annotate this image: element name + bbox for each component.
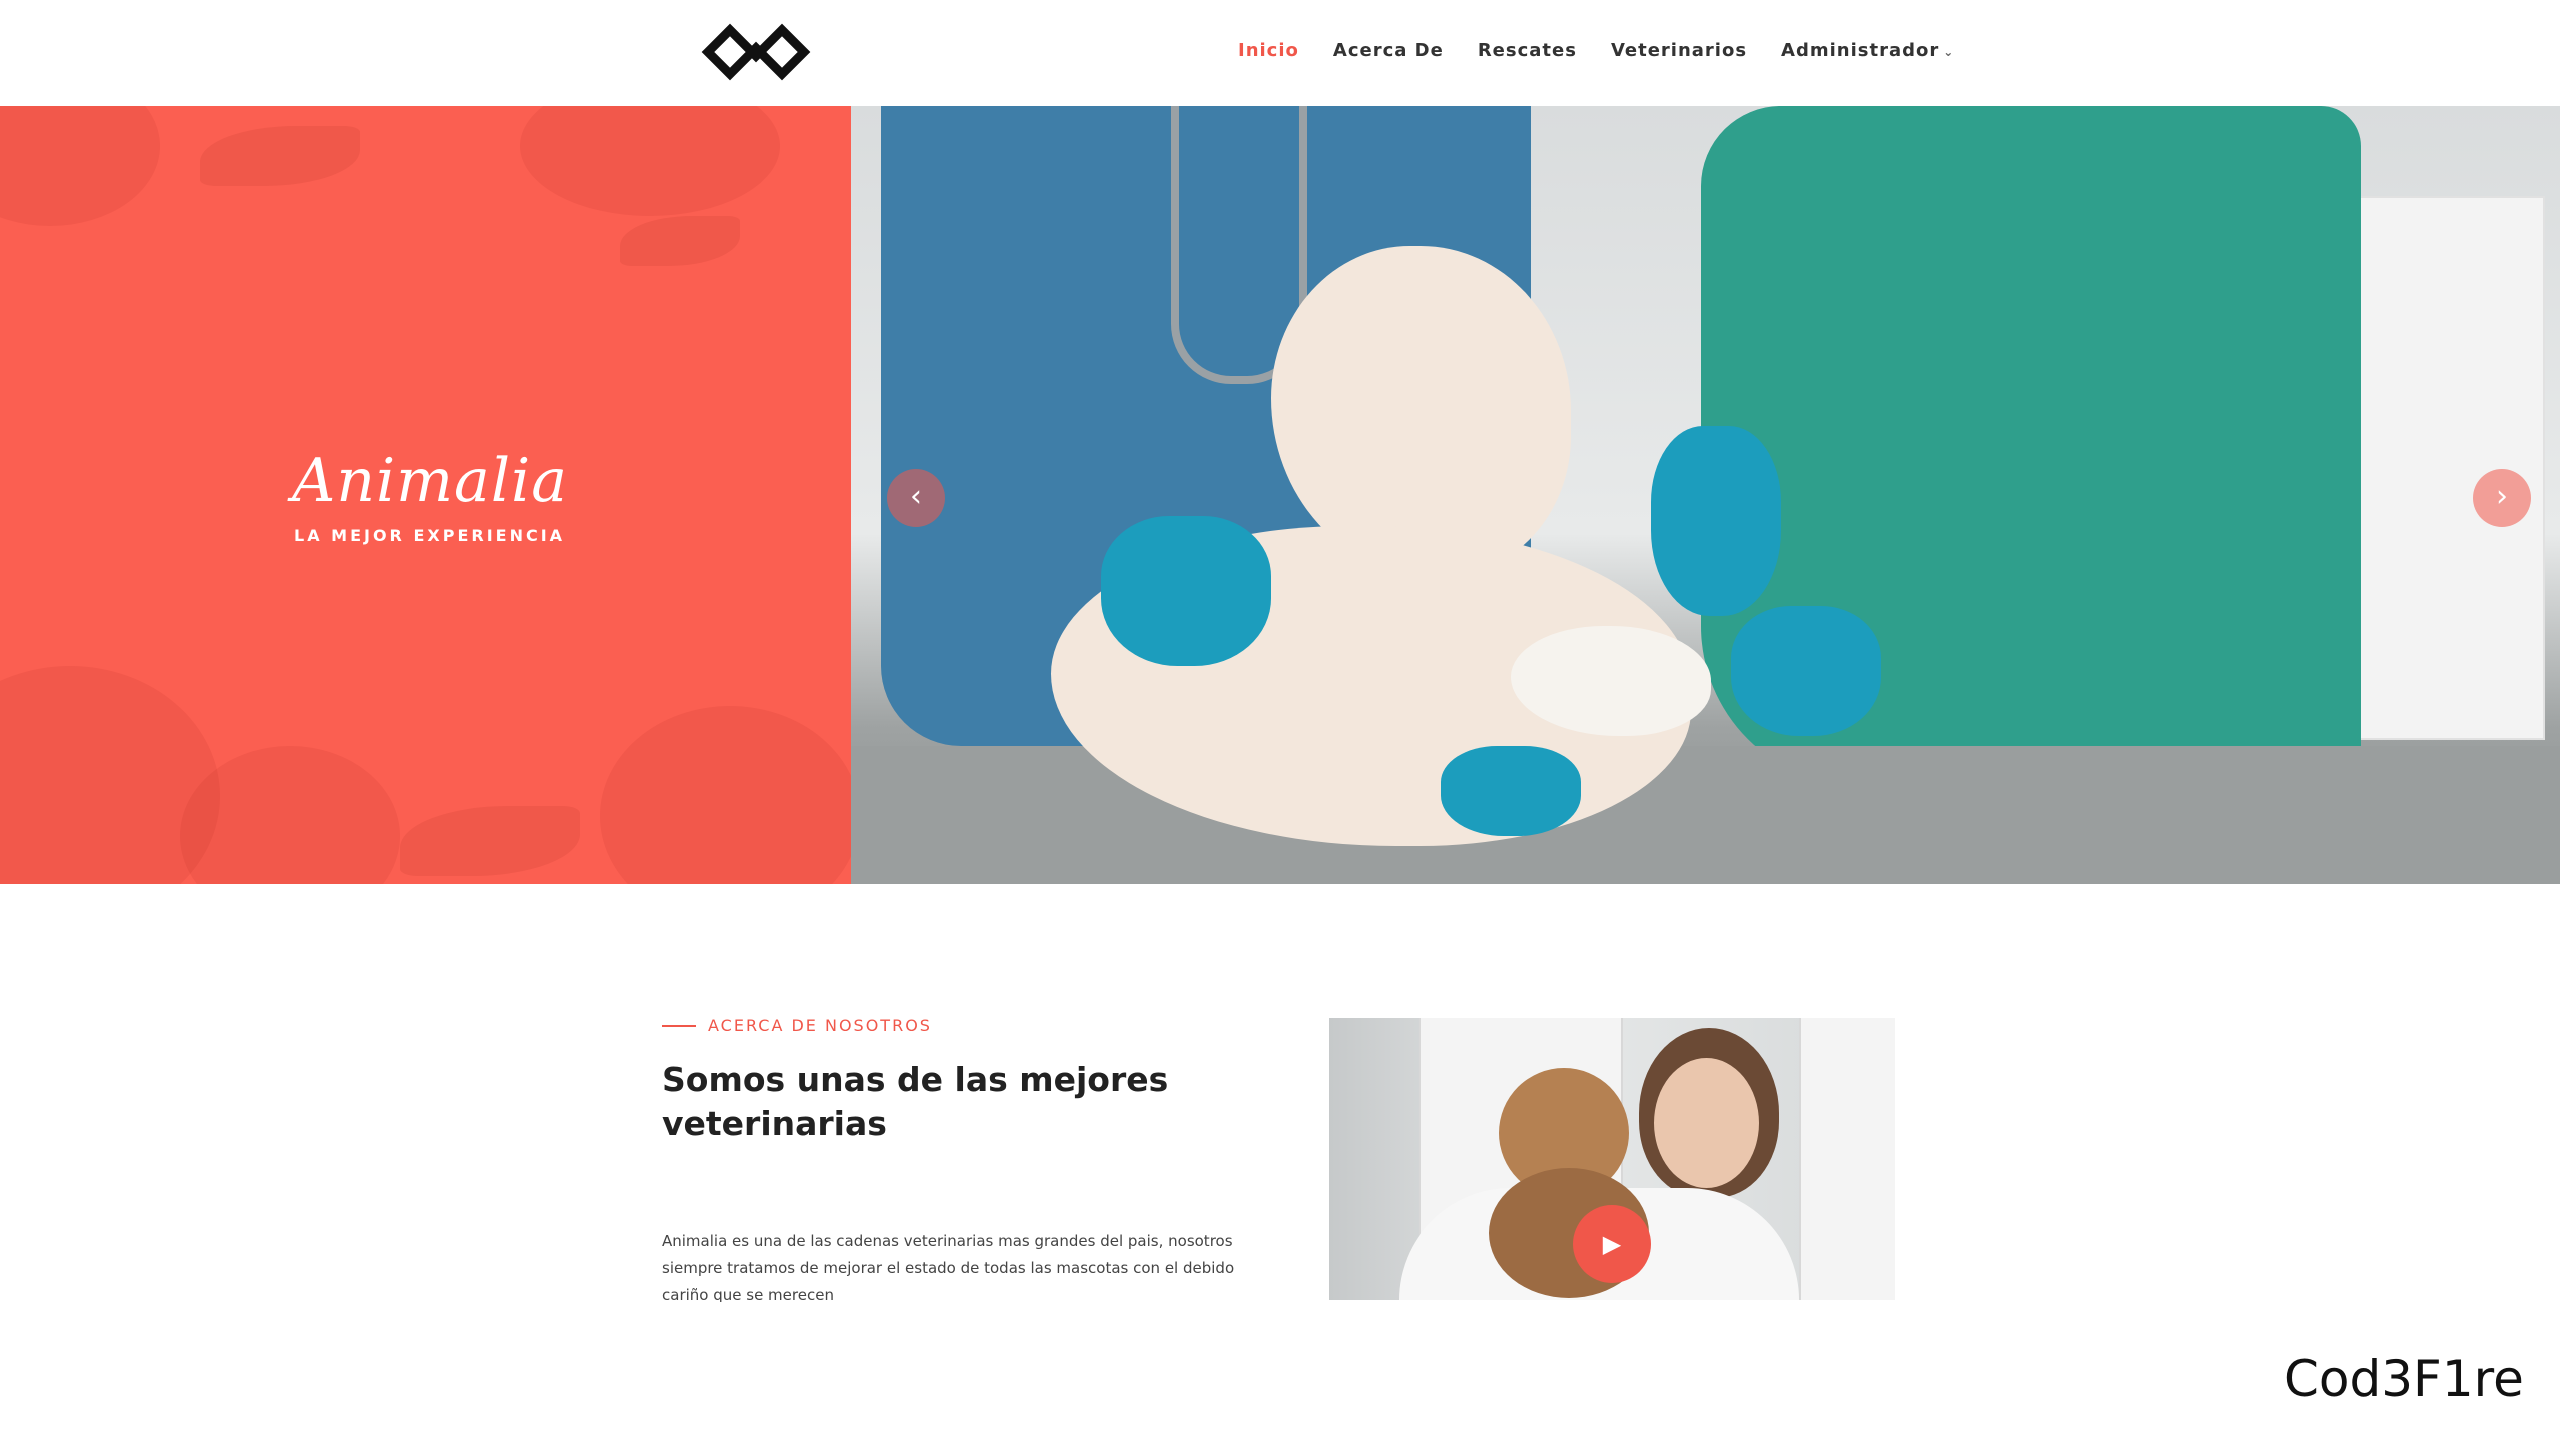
glove-bottom	[1441, 746, 1581, 836]
kicker-line	[662, 1024, 696, 1027]
hero-brand-panel: Animalia LA MEJOR EXPERIENCIA	[0, 106, 851, 884]
decor-fruit	[600, 706, 851, 884]
decor-fruit	[0, 106, 160, 226]
decor-leaf	[620, 216, 740, 266]
chevron-down-icon: ⌄	[1943, 44, 1955, 59]
chevron-right-icon: ›	[2496, 479, 2508, 514]
hero-brand-name: Animalia	[292, 446, 568, 516]
hero-slider: Animalia LA MEJOR EXPERIENCIA ‹ ›	[0, 106, 2560, 884]
decor-leaf	[400, 806, 580, 876]
decor-leaf	[200, 126, 360, 186]
glove-right-upper	[1651, 426, 1781, 616]
clinic-shelf	[1799, 1018, 1895, 1300]
nav-item-rescates[interactable]: Rescates	[1478, 40, 1577, 61]
slider-next-button[interactable]: ›	[2473, 469, 2531, 527]
play-video-button[interactable]: ▶	[1573, 1205, 1651, 1283]
navbar: Inicio Acerca De Rescates Veterinarios A…	[0, 0, 2560, 106]
decor-fruit	[520, 106, 780, 216]
nav-item-veterinarios[interactable]: Veterinarios	[1611, 40, 1747, 61]
hero-tagline: LA MEJOR EXPERIENCIA	[294, 526, 566, 545]
glove-left	[1101, 516, 1271, 666]
nav-item-inicio[interactable]: Inicio	[1238, 40, 1299, 61]
about-body: Animalia es una de las cadenas veterinar…	[662, 1232, 1235, 1302]
slider-prev-button[interactable]: ‹	[887, 469, 945, 527]
hero-photo-vets-dog	[851, 106, 2560, 884]
logo-icon[interactable]	[700, 20, 812, 84]
about-title: Somos unas de las mejores veterinarias	[662, 1060, 1169, 1143]
play-icon: ▶	[1602, 1230, 1622, 1258]
nav-item-administrador-label: Administrador	[1781, 39, 1940, 61]
nav-item-administrador[interactable]: Administrador ⌄	[1781, 40, 1954, 61]
watermark-text: Cod3F1re	[2284, 1350, 2524, 1408]
glove-right-lower	[1731, 606, 1881, 736]
vet-face	[1654, 1058, 1759, 1188]
chevron-left-icon: ‹	[910, 479, 922, 514]
nav-item-acerca-de[interactable]: Acerca De	[1333, 40, 1444, 61]
about-kicker-text: ACERCA DE NOSOTROS	[708, 1016, 932, 1035]
main-nav: Inicio Acerca De Rescates Veterinarios A…	[1238, 0, 1954, 100]
about-kicker: ACERCA DE NOSOTROS	[662, 1016, 932, 1035]
